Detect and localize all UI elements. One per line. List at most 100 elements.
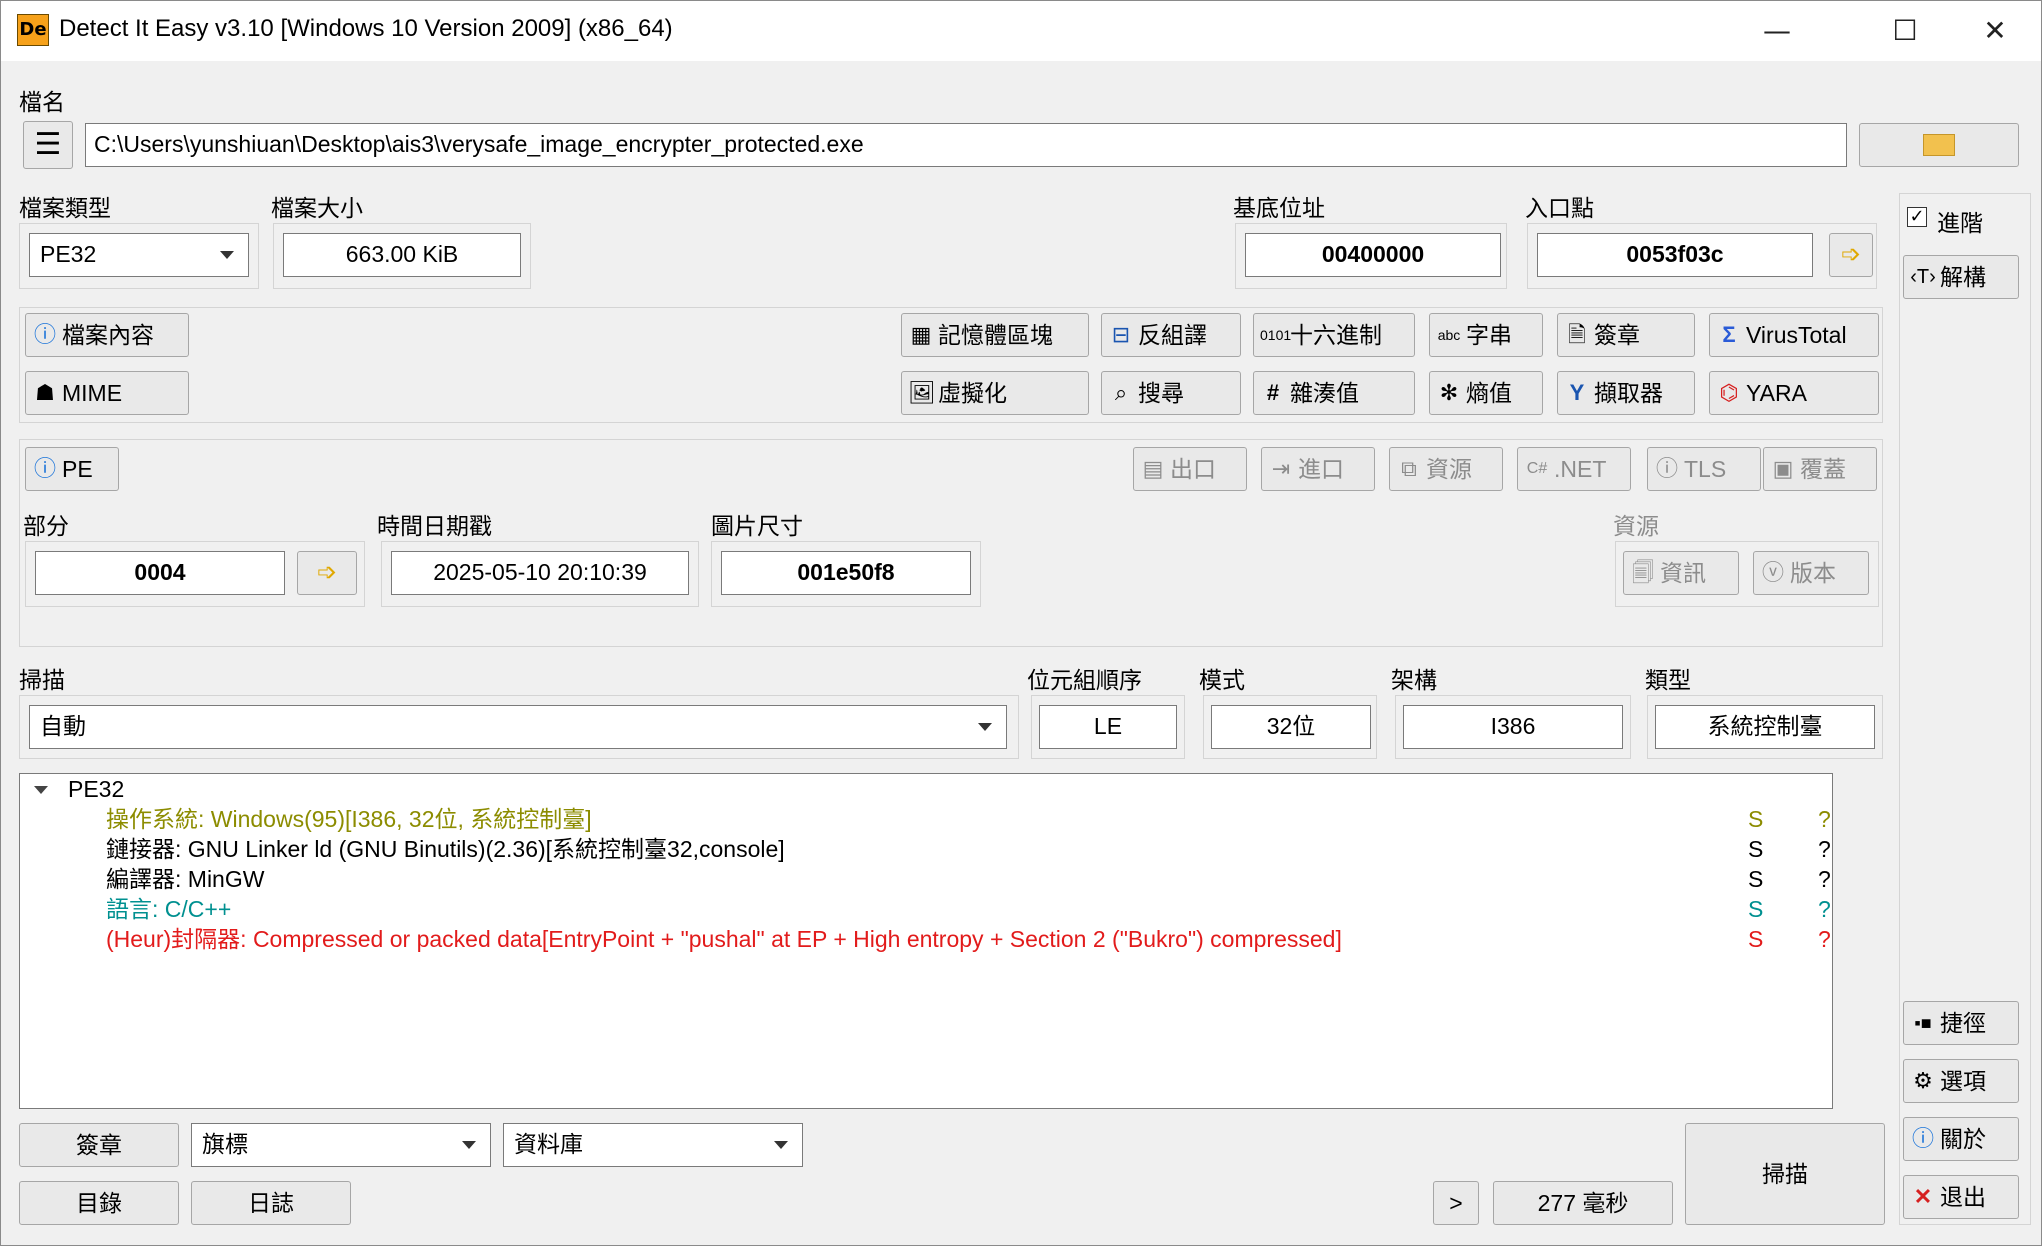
search-button[interactable]: ⌕ 搜尋 <box>1101 371 1241 415</box>
endian-value: LE <box>1039 705 1177 749</box>
options-button[interactable]: ⚙ 選項 <box>1903 1059 2019 1103</box>
hash-button[interactable]: # 雜湊值 <box>1253 371 1415 415</box>
section-goto-button[interactable]: ➩ <box>297 551 357 595</box>
more-button[interactable]: > <box>1433 1181 1479 1225</box>
scan-button[interactable]: 掃描 <box>1685 1123 1885 1225</box>
tree-row-s: S <box>1748 806 1764 832</box>
tree-row[interactable]: 鏈接器: GNU Linker ld (GNU Binutils)(2.36)[… <box>20 834 1831 864</box>
log-button[interactable]: 日誌 <box>191 1181 351 1225</box>
close-button[interactable]: ✕ <box>1965 9 2025 53</box>
file-size-value: 663.00 KiB <box>283 233 521 277</box>
gear-icon: ⚙ <box>1913 1068 1933 1093</box>
tree-row[interactable]: 語言: C/C++ S ? <box>20 894 1831 924</box>
hex-button[interactable]: 0101 十六進制 <box>1253 313 1415 357</box>
yara-button[interactable]: ⌬ YARA <box>1709 371 1879 415</box>
advanced-checkbox[interactable]: ✓ <box>1907 207 1927 227</box>
search-label: 搜尋 <box>1138 380 1184 406</box>
chevron-down-icon <box>462 1141 476 1149</box>
flags-select[interactable]: 旗標 <box>191 1123 491 1167</box>
import-label: 進口 <box>1298 456 1344 482</box>
info-icon: ⓘ <box>1655 456 1678 481</box>
tree-row-q[interactable]: ? <box>1818 924 1831 954</box>
tree-row-q[interactable]: ? <box>1818 804 1831 834</box>
section-value: 0004 <box>35 551 285 595</box>
overlay-label: 覆蓋 <box>1800 456 1846 482</box>
tree-row-q[interactable]: ? <box>1818 894 1831 924</box>
res-info-label: 資訊 <box>1660 560 1706 586</box>
extractor-button[interactable]: Y 擷取器 <box>1557 371 1695 415</box>
directory-button[interactable]: 目錄 <box>19 1181 179 1225</box>
memory-icon: ▦ <box>910 322 932 347</box>
res-version-button[interactable]: ⓥ 版本 <box>1753 551 1869 595</box>
about-label: 關於 <box>1940 1126 1986 1152</box>
memory-map-button[interactable]: ▦ 記憶體區塊 <box>901 313 1089 357</box>
file-path-input[interactable]: C:\Users\yunshiuan\Desktop\ais3\verysafe… <box>85 123 1847 167</box>
image-size-value: 001e50f8 <box>721 551 971 595</box>
arrow-right-icon: ➩ <box>316 559 338 586</box>
entropy-icon: ✻ <box>1439 380 1459 405</box>
scan-mode-select[interactable]: 自動 <box>29 705 1007 749</box>
strings-icon: abc <box>1437 327 1461 343</box>
open-file-button[interactable] <box>1859 123 2019 167</box>
tree-row[interactable]: (Heur)封隔器: Compressed or packed data[Ent… <box>20 924 1831 954</box>
strings-label: 字串 <box>1466 322 1512 348</box>
disassembly-button[interactable]: ⊟ 反組譯 <box>1101 313 1241 357</box>
tree-row[interactable]: 編譯器: MinGW S ? <box>20 864 1831 894</box>
shortcut-button[interactable]: ▪■ 捷徑 <box>1903 1001 2019 1045</box>
signatures-bottom-button[interactable]: 簽章 <box>19 1123 179 1167</box>
tree-row-text: 編譯器: MinGW <box>106 866 265 892</box>
res-version-label: 版本 <box>1790 560 1836 586</box>
minimize-button[interactable]: — <box>1747 9 1807 53</box>
disassembly-icon: ⊟ <box>1111 322 1131 347</box>
chevron-down-icon <box>978 723 992 731</box>
maximize-button[interactable]: ☐ <box>1875 9 1935 53</box>
about-button[interactable]: ⓘ 關於 <box>1903 1117 2019 1161</box>
log-label: 日誌 <box>248 1190 294 1216</box>
database-select[interactable]: 資料庫 <box>503 1123 803 1167</box>
chevron-down-icon[interactable] <box>34 786 48 794</box>
tree-row-s: S <box>1748 836 1764 862</box>
hash-icon: # <box>1266 380 1280 405</box>
export-button[interactable]: ▤ 出口 <box>1133 447 1247 491</box>
tree-row-q[interactable]: ? <box>1818 864 1831 894</box>
signatures-button[interactable]: 🗎 簽章 <box>1557 313 1695 357</box>
disasm-label: 解構 <box>1940 264 1986 290</box>
image-icon: 🖼 <box>908 380 936 405</box>
import-button[interactable]: ⇥ 進口 <box>1261 447 1375 491</box>
exit-button[interactable]: ✕ 退出 <box>1903 1175 2019 1219</box>
file-list-button[interactable]: ☰ <box>23 121 73 169</box>
window-title: Detect It Easy v3.10 [Windows 10 Version… <box>59 15 673 42</box>
virustotal-button[interactable]: Σ VirusTotal <box>1709 313 1879 357</box>
list-icon: ☰ <box>34 128 62 161</box>
tree-root[interactable]: PE32 <box>20 774 1820 804</box>
database-value: 資料庫 <box>514 1131 583 1157</box>
endian-label: 位元組順序 <box>1027 667 1142 693</box>
scan-button-label: 掃描 <box>1762 1161 1808 1187</box>
tls-button[interactable]: ⓘ TLS <box>1647 447 1761 491</box>
export-icon: ▤ <box>1142 456 1164 481</box>
results-tree[interactable]: PE32 操作系統: Windows(95)[I386, 32位, 系統控制臺]… <box>19 773 1833 1109</box>
overlay-button[interactable]: ▣ 覆蓋 <box>1763 447 1877 491</box>
extractor-label: 擷取器 <box>1594 380 1663 406</box>
file-type-select[interactable]: PE32 <box>29 233 249 277</box>
info-doc-icon: 🗐 <box>1632 560 1654 585</box>
section-label: 部分 <box>23 513 69 539</box>
entry-point-goto-button[interactable]: ➩ <box>1829 233 1873 277</box>
dotnet-button[interactable]: C# .NET <box>1517 447 1631 491</box>
visualization-button[interactable]: 🖼 虛擬化 <box>901 371 1089 415</box>
disasm-button[interactable]: ‹T› 解構 <box>1903 255 2019 299</box>
info-icon: ⓘ <box>1911 1126 1934 1151</box>
tree-row[interactable]: 操作系統: Windows(95)[I386, 32位, 系統控制臺] S ? <box>20 804 1831 834</box>
mime-button[interactable]: ☗ MIME <box>25 371 189 415</box>
folder-icon <box>1923 134 1955 156</box>
entropy-button[interactable]: ✻ 熵值 <box>1429 371 1543 415</box>
res-info-button[interactable]: 🗐 資訊 <box>1623 551 1739 595</box>
memory-map-label: 記憶體區塊 <box>938 322 1053 348</box>
pe-button[interactable]: ⓘ PE <box>25 447 119 491</box>
file-content-button[interactable]: ⓘ 檔案內容 <box>25 313 189 357</box>
scan-label: 掃描 <box>19 667 65 693</box>
strings-button[interactable]: abc 字串 <box>1429 313 1543 357</box>
tree-row-q[interactable]: ? <box>1818 834 1831 864</box>
resources-button[interactable]: ⧉ 資源 <box>1389 447 1503 491</box>
tls-label: TLS <box>1684 456 1727 482</box>
